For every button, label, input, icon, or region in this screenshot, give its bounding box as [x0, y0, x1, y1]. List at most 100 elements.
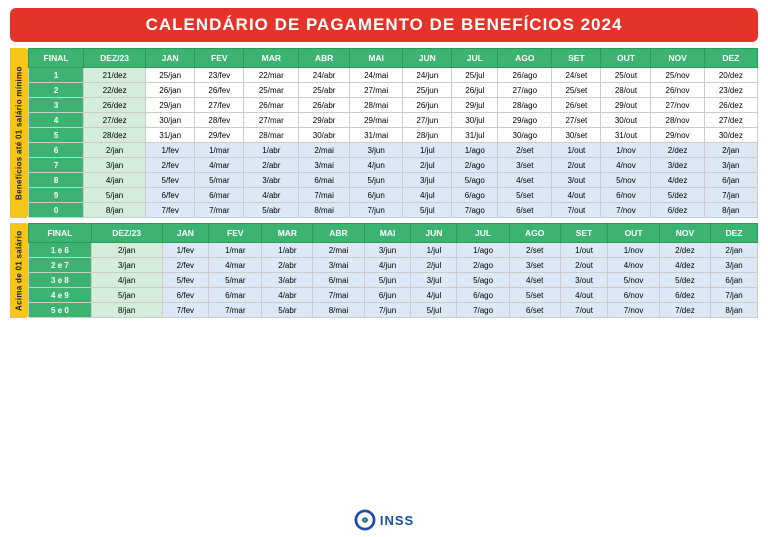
cell: 24/abr [299, 68, 350, 83]
cell: 3 [29, 98, 84, 113]
cell: 4/jun [364, 258, 411, 273]
cell: 2/out [552, 158, 601, 173]
cell: 2/jan [91, 243, 162, 258]
cell: 2/jan [704, 143, 757, 158]
cell: 7/fev [162, 303, 209, 318]
cell: 2/fev [146, 158, 195, 173]
cell: 5/jan [91, 288, 162, 303]
cell: 27/jun [403, 113, 452, 128]
cell: 5/abr [244, 203, 299, 218]
cell: 5 [29, 128, 84, 143]
cell: 3/abr [244, 173, 299, 188]
section1-label: Benefícios até 01 salário mínimo [10, 48, 28, 218]
cell: 8/mai [313, 303, 364, 318]
col-header-s2-10: SET [560, 224, 608, 243]
cell: 7/jun [350, 203, 403, 218]
col-header-s1-10: SET [552, 49, 601, 68]
cell: 6/mar [209, 288, 262, 303]
cell: 30/ago [498, 128, 552, 143]
cell: 2/ago [452, 158, 498, 173]
cell: 7/out [560, 303, 608, 318]
inss-icon [354, 509, 376, 531]
cell: 8/jan [91, 303, 162, 318]
cell: 5/abr [262, 303, 313, 318]
cell: 30/out [601, 113, 651, 128]
table-row: 427/dez30/jan28/fev27/mar29/abr29/mai27/… [29, 113, 758, 128]
cell: 6/dez [659, 288, 710, 303]
cell: 6/fev [162, 288, 209, 303]
cell: 2 [29, 83, 84, 98]
cell: 6/nov [608, 288, 659, 303]
cell: 28/out [601, 83, 651, 98]
cell: 26/ago [498, 68, 552, 83]
cell: 2/set [509, 243, 560, 258]
col-header-s2-8: JUL [457, 224, 509, 243]
cell: 26/jan [146, 83, 195, 98]
cell: 3/mai [299, 158, 350, 173]
cell: 3/jan [91, 258, 162, 273]
cell: 9 [29, 188, 84, 203]
col-header-s1-11: OUT [601, 49, 651, 68]
cell: 31/jul [452, 128, 498, 143]
cell: 4/jul [403, 188, 452, 203]
section-acima-salario: Acima de 01 salário FINALDEZ/23JANFEVMAR… [10, 223, 758, 318]
cell: 2/mai [313, 243, 364, 258]
cell: 25/nov [651, 68, 704, 83]
cell: 8/jan [704, 203, 757, 218]
cell: 6 [29, 143, 84, 158]
cell: 5/ago [452, 173, 498, 188]
col-header-s1-6: MAI [350, 49, 403, 68]
cell: 4/out [552, 188, 601, 203]
cell: 6/dez [651, 203, 704, 218]
cell: 4/mar [195, 158, 244, 173]
cell: 28/mai [350, 98, 403, 113]
cell: 26/abr [299, 98, 350, 113]
cell: 4/jun [350, 158, 403, 173]
cell: 1/jul [403, 143, 452, 158]
cell: 7/dez [659, 303, 710, 318]
cell: 30/jan [146, 113, 195, 128]
cell: 3/jun [350, 143, 403, 158]
cell: 1/ago [452, 143, 498, 158]
cell: 3/jan [704, 158, 757, 173]
cell: 4 [29, 113, 84, 128]
cell: 3/jan [711, 258, 758, 273]
table-row: 1 e 62/jan1/fev1/mar1/abr2/mai3/jun1/jul… [29, 243, 758, 258]
cell: 5/jan [84, 188, 146, 203]
cell: 5/set [509, 288, 560, 303]
cell: 6/mar [195, 188, 244, 203]
cell: 5/mar [209, 273, 262, 288]
table-row: 3 e 84/jan5/fev5/mar3/abr6/mai5/jun3/jul… [29, 273, 758, 288]
cell: 3/out [552, 173, 601, 188]
cell: 26/dez [84, 98, 146, 113]
table-row: 84/jan5/fev5/mar3/abr6/mai5/jun3/jul5/ag… [29, 173, 758, 188]
cell: 25/jun [403, 83, 452, 98]
cell: 25/jan [146, 68, 195, 83]
cell: 6/mai [299, 173, 350, 188]
cell: 4/out [560, 288, 608, 303]
cell: 4/nov [601, 158, 651, 173]
cell: 29/mai [350, 113, 403, 128]
cell: 22/dez [84, 83, 146, 98]
cell: 5/dez [651, 188, 704, 203]
cell: 4/dez [659, 258, 710, 273]
page-title: CALENDÁRIO DE PAGAMENTO DE BENEFÍCIOS 20… [20, 15, 748, 35]
cell: 26/fev [195, 83, 244, 98]
col-header-s2-7: JUN [411, 224, 457, 243]
cell: 4/jul [411, 288, 457, 303]
col-header-s2-1: DEZ/23 [91, 224, 162, 243]
table-row: 62/jan1/fev1/mar1/abr2/mai3/jun1/jul1/ag… [29, 143, 758, 158]
cell: 3/mai [313, 258, 364, 273]
col-header-s2-11: OUT [608, 224, 659, 243]
cell: 8/jan [711, 303, 758, 318]
cell: 23/fev [195, 68, 244, 83]
cell: 2/fev [162, 258, 209, 273]
cell: 2/out [560, 258, 608, 273]
cell: 7/nov [608, 303, 659, 318]
cell: 6/jun [364, 288, 411, 303]
cell: 26/jun [403, 98, 452, 113]
cell: 1 e 6 [29, 243, 92, 258]
cell: 1/abr [244, 143, 299, 158]
section2-label: Acima de 01 salário [10, 223, 28, 318]
cell: 27/set [552, 113, 601, 128]
